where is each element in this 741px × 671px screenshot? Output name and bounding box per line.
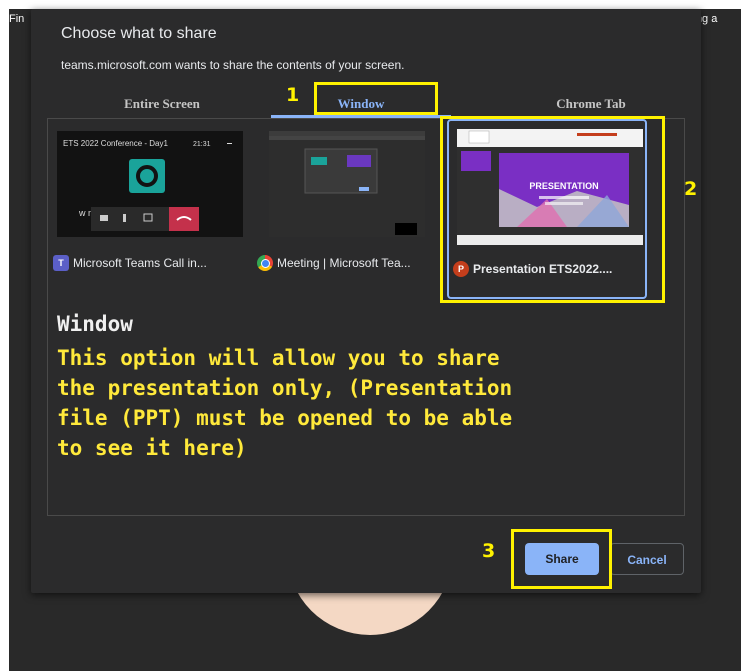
- highlight-window-tab: [314, 82, 438, 115]
- dialog-title: Choose what to share: [61, 25, 217, 42]
- annotation-body: This option will allow you to share the …: [57, 346, 513, 460]
- window-title-meeting: Meeting | Microsoft Tea...: [277, 256, 411, 270]
- cancel-button[interactable]: Cancel: [610, 543, 684, 575]
- background-left-strip: [0, 0, 9, 671]
- window-item-teams[interactable]: ETS 2022 Conference - Day1 21:31 w m T M…: [53, 127, 253, 301]
- annotation-marker-3: 3: [482, 540, 496, 562]
- window-label-meeting: Meeting | Microsoft Tea...: [257, 254, 453, 272]
- highlight-share-button: [511, 529, 612, 589]
- window-preview-teams: ETS 2022 Conference - Day1 21:31 w m: [57, 131, 243, 241]
- highlight-presentation-window: [440, 116, 665, 303]
- window-preview-meeting: [261, 131, 447, 241]
- teams-preview-title: ETS 2022 Conference - Day1: [63, 139, 168, 148]
- dialog-subtitle: teams.microsoft.com wants to share the c…: [61, 58, 405, 72]
- tab-chrome-tab[interactable]: Chrome Tab: [486, 91, 696, 117]
- window-label-teams: T Microsoft Teams Call in...: [53, 254, 249, 272]
- window-item-meeting[interactable]: Meeting | Microsoft Tea...: [257, 127, 457, 301]
- teams-icon: T: [53, 255, 69, 271]
- teams-preview-time: 21:31: [193, 141, 211, 148]
- chrome-icon: [257, 255, 273, 271]
- background-text-left: Fin: [9, 13, 25, 25]
- annotation-title: Window: [57, 312, 133, 336]
- annotation-marker-1: 1: [286, 84, 300, 106]
- annotation-marker-2: 2: [684, 178, 698, 200]
- tab-entire-screen[interactable]: Entire Screen: [57, 91, 267, 117]
- window-title-teams: Microsoft Teams Call in...: [73, 256, 207, 270]
